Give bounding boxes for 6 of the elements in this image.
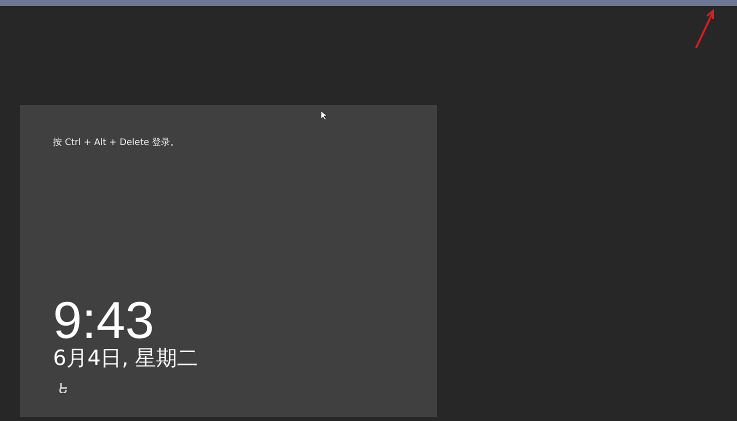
network-icon xyxy=(57,381,69,393)
annotation-arrow xyxy=(694,8,716,50)
clock-date: 6月4日, 星期二 xyxy=(53,345,198,371)
clock-time: 9:43 xyxy=(53,297,154,345)
sign-in-prompt: 按 Ctrl + Alt + Delete 登录。 xyxy=(53,136,180,149)
mouse-cursor xyxy=(321,111,327,120)
